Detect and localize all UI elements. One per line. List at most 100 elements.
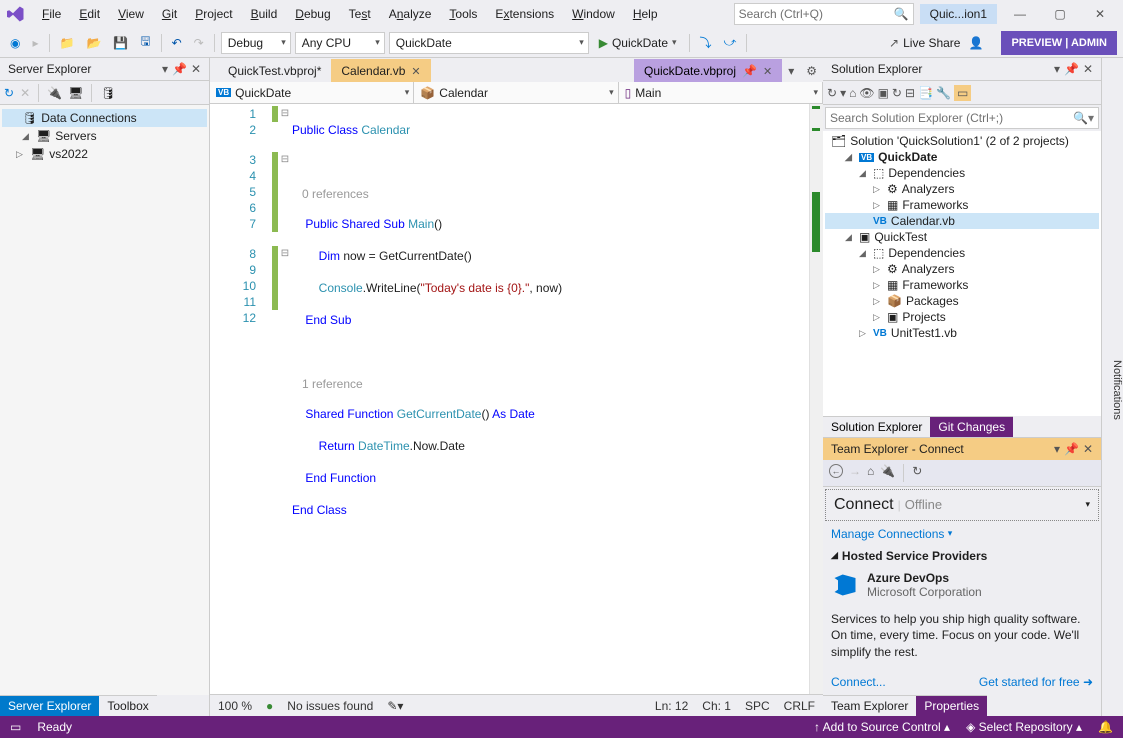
menu-debug[interactable]: Debug: [287, 3, 338, 25]
connect-link[interactable]: Connect...: [831, 675, 886, 689]
close-tab-icon[interactable]: ✕: [411, 65, 420, 78]
server-explorer-tab[interactable]: Server Explorer: [0, 695, 99, 716]
platform-dropdown[interactable]: Any CPU: [295, 32, 385, 54]
startup-dropdown[interactable]: QuickDate: [389, 32, 589, 54]
menu-edit[interactable]: Edit: [71, 3, 108, 25]
add-server-icon[interactable]: 🖥: [68, 86, 83, 100]
doc-tab-quickdate-preview[interactable]: QuickDate.vbproj📌✕: [634, 59, 782, 82]
home-icon[interactable]: ⌂: [867, 464, 874, 482]
class-nav-dropdown[interactable]: VBQuickDate: [210, 82, 414, 103]
indent-indicator[interactable]: SPC: [745, 699, 770, 713]
pin-icon[interactable]: 📌: [172, 62, 187, 76]
redo-icon[interactable]: ↷: [190, 34, 208, 52]
menu-build[interactable]: Build: [243, 3, 286, 25]
account-icon[interactable]: 👤: [964, 34, 987, 52]
solution-explorer-tab[interactable]: Solution Explorer: [823, 416, 930, 437]
nav-back-icon[interactable]: ◉: [6, 34, 24, 52]
add-connection-icon[interactable]: 🛢: [100, 86, 115, 100]
refresh-icon[interactable]: ↻: [912, 464, 922, 482]
packages-node[interactable]: ▷📦Packages: [825, 293, 1099, 309]
menu-extensions[interactable]: Extensions: [487, 3, 562, 25]
start-debug-button[interactable]: ▶QuickDate▾: [593, 34, 683, 52]
hosted-providers-header[interactable]: ◢Hosted Service Providers: [823, 545, 1101, 567]
close-button[interactable]: ✕: [1083, 2, 1117, 26]
col-indicator[interactable]: Ch: 1: [702, 699, 731, 713]
frameworks-node[interactable]: ▷▦Frameworks: [825, 197, 1099, 213]
properties-tab[interactable]: Properties: [916, 695, 987, 716]
back-icon[interactable]: ↻: [827, 86, 837, 100]
config-dropdown[interactable]: Debug: [221, 32, 291, 54]
quick-search[interactable]: Search (Ctrl+Q) 🔍: [734, 3, 914, 25]
menu-tools[interactable]: Tools: [441, 3, 485, 25]
pen-icon[interactable]: ✎▾: [387, 699, 403, 713]
sync-icon[interactable]: 👁: [859, 86, 874, 100]
code-content[interactable]: Public Class Calendar 0 references Publi…: [292, 104, 809, 694]
connect-db-icon[interactable]: 🔌: [47, 86, 62, 100]
show-all-icon[interactable]: 📑: [918, 86, 933, 100]
menu-test[interactable]: Test: [341, 3, 379, 25]
forward-icon[interactable]: →: [849, 464, 861, 482]
menu-help[interactable]: Help: [625, 3, 666, 25]
close-panel-icon[interactable]: ✕: [1083, 442, 1093, 456]
member-nav-dropdown[interactable]: 📦Calendar: [414, 82, 618, 103]
nav-fwd-icon[interactable]: ▸: [28, 34, 42, 52]
git-changes-tab[interactable]: Git Changes: [930, 416, 1013, 437]
file-unittest-vb[interactable]: ▷VBUnitTest1.vb: [825, 325, 1099, 341]
preview-icon[interactable]: ▭: [954, 85, 971, 101]
servers-node[interactable]: ◢🖥Servers: [2, 127, 207, 145]
zoom-level[interactable]: 100 %: [218, 699, 252, 713]
overview-ruler[interactable]: [809, 104, 823, 694]
server-vs2022-node[interactable]: ▷🖥vs2022: [2, 145, 207, 163]
deps-quickdate[interactable]: ◢⬚Dependencies: [825, 165, 1099, 181]
menu-view[interactable]: View: [110, 3, 152, 25]
source-control-button[interactable]: ↑ Add to Source Control ▴: [814, 720, 950, 734]
data-connections-node[interactable]: 🛢Data Connections: [2, 109, 207, 127]
minimize-button[interactable]: —: [1003, 2, 1037, 26]
notifications-tab[interactable]: Notifications: [1101, 58, 1123, 716]
doc-tab-quicktest[interactable]: QuickTest.vbproj*: [218, 59, 331, 82]
step-icon[interactable]: ⤵: [696, 32, 716, 53]
toolbox-tab[interactable]: Toolbox: [99, 695, 156, 716]
project-quickdate[interactable]: ◢VBQuickDate: [825, 149, 1099, 165]
code-editor[interactable]: 12 34567 89101112 ⊟⊟⊟ Public Class Calen…: [210, 104, 823, 694]
file-calendar-vb[interactable]: VBCalendar.vb: [825, 213, 1099, 229]
issues-status[interactable]: No issues found: [287, 699, 373, 713]
pin-icon[interactable]: 📌: [1064, 62, 1079, 76]
line-indicator[interactable]: Ln: 12: [655, 699, 688, 713]
dropdown-icon[interactable]: ▾: [1054, 62, 1060, 76]
doc-tab-calendar[interactable]: Calendar.vb✕: [331, 59, 430, 82]
properties-icon[interactable]: 🔧: [936, 86, 951, 100]
method-nav-dropdown[interactable]: ▯Main: [619, 82, 823, 103]
solution-name-titlebar[interactable]: Quic...ion1: [920, 4, 997, 24]
plug-icon[interactable]: 🔌: [880, 464, 895, 482]
menu-analyze[interactable]: Analyze: [381, 3, 440, 25]
output-icon[interactable]: ▭: [10, 720, 21, 734]
menu-project[interactable]: Project: [187, 3, 240, 25]
undo-icon[interactable]: ↶: [168, 34, 186, 52]
analyzers-node[interactable]: ▷⚙Analyzers: [825, 181, 1099, 197]
eol-indicator[interactable]: CRLF: [784, 699, 815, 713]
dropdown-icon[interactable]: ▾: [162, 62, 168, 76]
projects-node[interactable]: ▷▣Projects: [825, 309, 1099, 325]
analyzers-node-2[interactable]: ▷⚙Analyzers: [825, 261, 1099, 277]
menu-git[interactable]: Git: [154, 3, 185, 25]
refresh-icon[interactable]: ↻: [892, 86, 902, 100]
frameworks-node-2[interactable]: ▷▦Frameworks: [825, 277, 1099, 293]
menu-window[interactable]: Window: [564, 3, 623, 25]
get-started-link[interactable]: Get started for free ➜: [979, 675, 1093, 689]
connect-dropdown[interactable]: Connect | Offline ▾: [825, 489, 1099, 521]
menu-file[interactable]: FFileile: [34, 3, 69, 25]
stop-icon[interactable]: ✕: [20, 86, 30, 100]
live-share-button[interactable]: ↗ Live Share: [889, 36, 960, 50]
solution-root[interactable]: 🗂Solution 'QuickSolution1' (2 of 2 proje…: [825, 133, 1099, 149]
fold-gutter[interactable]: ⊟⊟⊟: [278, 104, 292, 694]
open-icon[interactable]: 📂: [82, 34, 105, 52]
back-icon[interactable]: ←: [829, 464, 843, 478]
deps-quicktest[interactable]: ◢⬚Dependencies: [825, 245, 1099, 261]
save-icon[interactable]: 💾: [109, 34, 132, 52]
team-explorer-tab[interactable]: Team Explorer: [823, 695, 916, 716]
maximize-button[interactable]: ▢: [1043, 2, 1077, 26]
home-icon[interactable]: ⌂: [849, 86, 856, 100]
close-panel-icon[interactable]: ✕: [191, 62, 201, 76]
refresh-icon[interactable]: ↻: [4, 86, 14, 100]
